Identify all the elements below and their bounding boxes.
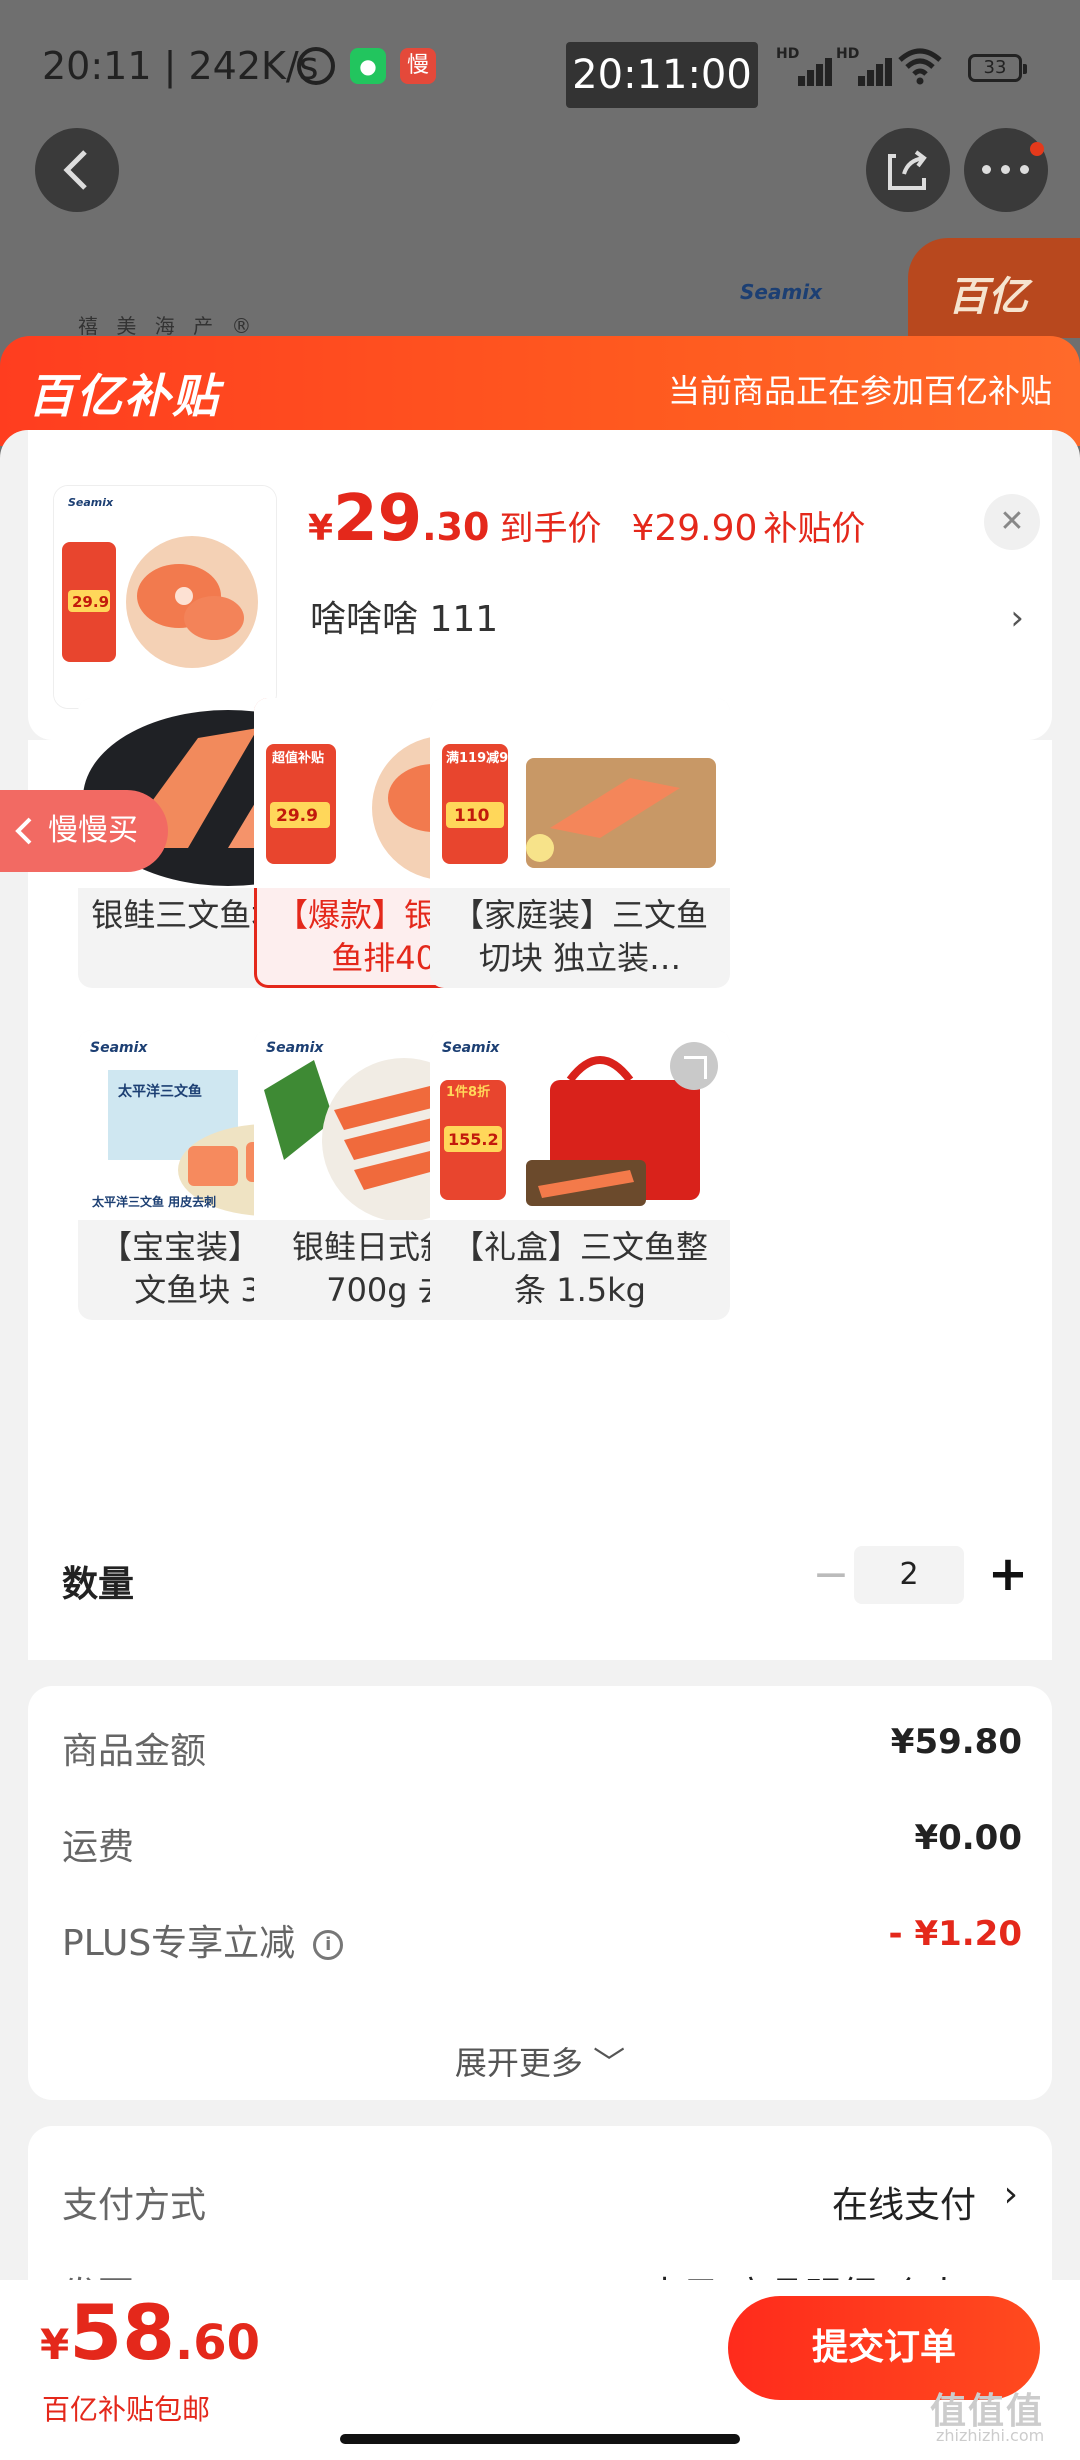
close-button[interactable]: ✕ <box>984 494 1040 550</box>
share-icon <box>888 150 927 190</box>
option-label: 【家庭装】三文鱼切块 独立装… <box>451 896 708 977</box>
notification-dot <box>1030 142 1044 156</box>
info-icon[interactable]: i <box>313 1930 344 1960</box>
subsidy-logo: 百亿补贴 <box>28 369 220 423</box>
checkout-bar: ¥58.60 百亿补贴包邮 提交订单 <box>0 2280 1080 2460</box>
payment-method-value: 在线支付 <box>831 2185 976 2226</box>
checkout-sheet: Seamix 29.9 ¥29.30 到手价 ¥29.90 补贴价 ✕ 啥啥啥 111… <box>0 430 1080 2460</box>
clock-badge: 20:11:00 <box>566 42 758 108</box>
background-seamix-logo: Seamix <box>740 280 823 304</box>
chevron-left-icon <box>63 150 87 190</box>
background-brand-text: 禧 美 海 产 ® <box>78 314 258 338</box>
quantity-decrement-button[interactable]: − <box>806 1550 856 1600</box>
goods-amount-value: ¥59.80 <box>890 1722 1022 1762</box>
svg-text:满119减9: 满119减9 <box>446 750 508 766</box>
total-price-decimal: .60 <box>175 2315 261 2371</box>
chevron-right-icon: › <box>1003 2174 1018 2215</box>
home-indicator[interactable] <box>340 2434 740 2444</box>
plus-discount-label: PLUS专享立减 <box>62 1923 296 1964</box>
chevron-right-icon: › <box>1010 598 1024 638</box>
svg-text:太平洋三文鱼: 太平洋三文鱼 <box>118 1083 202 1100</box>
svg-text:Seamix: Seamix <box>266 1040 324 1056</box>
total-price-integer: 58 <box>69 2288 175 2377</box>
svg-text:Seamix: Seamix <box>90 1040 148 1056</box>
signal-icon-2: HD <box>836 46 892 86</box>
status-time-speed: 20:11 | 242K/s <box>42 44 319 88</box>
more-button[interactable] <box>964 128 1048 212</box>
share-button[interactable] <box>866 128 950 212</box>
shipping-label: 运费 <box>62 1827 135 1868</box>
plus-discount-label-wrap: PLUS专享立减 i <box>62 1914 344 1966</box>
svg-text:29.9: 29.9 <box>276 806 318 826</box>
payment-method-label: 支付方式 <box>62 2185 207 2226</box>
final-price-label: 到手价 <box>499 509 602 549</box>
price-compare-label: 慢慢买 <box>48 813 138 848</box>
slow-app-icon: 慢 <box>400 48 436 84</box>
goods-amount-row: 商品金额 ¥59.80 <box>62 1722 1022 1782</box>
product-summary: Seamix 29.9 ¥29.30 到手价 ¥29.90 补贴价 ✕ 啥啥啥 111… <box>28 430 1052 740</box>
svg-text:Seamix: Seamix <box>442 1040 500 1056</box>
back-button[interactable] <box>35 128 119 212</box>
quantity-label: 数量 <box>62 1564 135 1605</box>
svg-text:1件8折: 1件8折 <box>446 1084 490 1100</box>
option-item[interactable]: Seamix 1件8折 155.2 【礼盒】三文鱼整条 1.5kg <box>430 1030 730 1320</box>
svg-text:110: 110 <box>454 806 490 826</box>
quantity-increment-button[interactable]: + <box>980 1546 1036 1602</box>
expand-image-icon[interactable] <box>670 1042 718 1090</box>
variant-text: 啥啥啥 111 <box>310 599 499 640</box>
total-subtitle: 百亿补贴包邮 <box>42 2393 211 2426</box>
status-bar: 20:11 | 242K/s ● 慢 20:11:00 HD HD 33 <box>0 0 1080 130</box>
shipping-row: 运费 ¥0.00 <box>62 1818 1022 1878</box>
price-currency: ¥ <box>308 508 334 549</box>
option-image: 满119减9 110 <box>430 698 730 888</box>
fee-summary: 商品金额 ¥59.80 运费 ¥0.00 PLUS专享立减 i - ¥1.20 展… <box>28 1686 1052 2100</box>
subsidy-price-label: 补贴价 <box>763 509 866 549</box>
total-price: ¥58.60 <box>40 2288 260 2377</box>
price-compare-tab[interactable]: 慢慢买 <box>0 790 168 872</box>
svg-text:155.2: 155.2 <box>448 1130 499 1149</box>
subsidy-price: ¥29.90 <box>631 508 758 549</box>
battery-icon: 33 <box>968 54 1027 82</box>
product-thumbnail[interactable]: Seamix 29.9 <box>54 486 276 708</box>
svg-text:Seamix: Seamix <box>68 496 114 509</box>
chevron-left-icon <box>15 817 32 845</box>
product-thumbnail-image: Seamix 29.9 <box>54 486 276 708</box>
svg-text:太平洋三文鱼 用皮去刺: 太平洋三文鱼 用皮去刺 <box>92 1194 216 1209</box>
variant-selector[interactable]: 啥啥啥 111 › <box>310 590 1052 650</box>
svg-text:超值补贴: 超值补贴 <box>272 750 324 766</box>
more-dots-icon <box>982 165 1030 175</box>
final-price-integer: 29 <box>333 482 423 556</box>
alarm-icon <box>297 47 335 85</box>
total-currency: ¥ <box>40 2320 70 2369</box>
plus-discount-value: - ¥1.20 <box>888 1914 1023 1954</box>
background-subsidy-badge: 百亿 <box>908 238 1080 338</box>
subsidy-notice: 当前商品正在参加百亿补贴 <box>667 372 1052 410</box>
watermark-sub: zhizhizhi.com <box>936 2426 1045 2445</box>
quantity-input[interactable]: 2 <box>854 1546 964 1604</box>
final-price-decimal: .30 <box>422 505 490 549</box>
option-label: 【礼盒】三文鱼整条 1.5kg <box>451 1228 708 1309</box>
goods-amount-label: 商品金额 <box>62 1731 207 1772</box>
price-row: ¥29.30 到手价 ¥29.90 补贴价 <box>308 482 865 562</box>
expand-more-button[interactable]: 展开更多 ﹀ <box>28 2038 1052 2084</box>
svg-text:29.9: 29.9 <box>72 593 109 611</box>
wifi-icon <box>898 48 942 85</box>
option-item[interactable]: 满119减9 110 【家庭装】三文鱼切块 独立装… <box>430 698 730 988</box>
wechat-icon: ● <box>350 48 386 84</box>
signal-icon: HD <box>776 46 832 86</box>
options-card: 银鲑三文鱼块200g 超值补贴 29.9 【爆款】银鲑三文鱼排400g 满119… <box>28 698 1052 1660</box>
shipping-value: ¥0.00 <box>914 1818 1022 1858</box>
plus-discount-row: PLUS专享立减 i - ¥1.20 <box>62 1914 1022 1974</box>
